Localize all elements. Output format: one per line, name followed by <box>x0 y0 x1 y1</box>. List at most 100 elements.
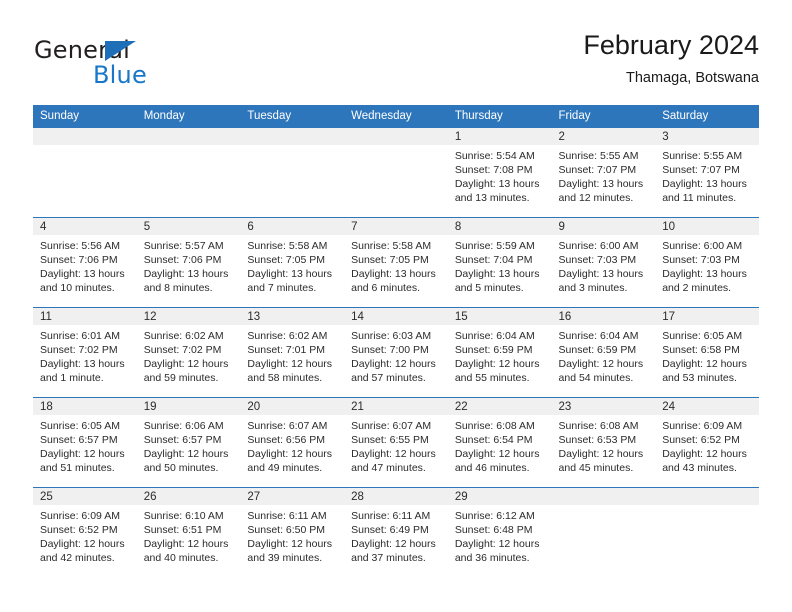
daylight-text-line2: and 51 minutes. <box>40 462 115 475</box>
calendar-cell[interactable]: 18 Sunrise: 6:05 AM Sunset: 6:57 PM Dayligh… <box>33 397 137 488</box>
sunrise-text: Sunrise: 6:05 AM <box>662 330 743 342</box>
calendar-day: 5 Sunrise: 5:57 AM Sunset: 7:06 PM Daylight… <box>136 218 241 306</box>
calendar-table: Sunday Monday Tuesday Wednesday Thursday… <box>33 105 759 577</box>
calendar-cell <box>33 128 137 218</box>
day-details: Sunrise: 6:02 AM Sunset: 7:02 PM Daylight:… <box>137 325 241 385</box>
calendar-day-empty <box>655 488 759 576</box>
day-number: 14 <box>344 308 448 325</box>
calendar-cell[interactable]: 11 Sunrise: 6:01 AM Sunset: 7:02 PM Dayligh… <box>33 307 137 398</box>
day-number: 12 <box>136 308 241 325</box>
calendar-cell[interactable]: 17 Sunrise: 6:05 AM Sunset: 6:58 PM Dayligh… <box>655 307 759 398</box>
sunrise-text: Sunrise: 6:00 AM <box>558 240 639 252</box>
calendar-cell[interactable]: 21 Sunrise: 6:07 AM Sunset: 6:55 PM Dayligh… <box>344 397 448 488</box>
sunset-text: Sunset: 6:58 PM <box>662 344 740 357</box>
calendar-cell[interactable]: 13 Sunrise: 6:02 AM Sunset: 7:01 PM Dayligh… <box>240 307 345 398</box>
calendar-day: 3 Sunrise: 5:55 AM Sunset: 7:07 PM Daylight… <box>655 128 759 216</box>
calendar-cell[interactable]: 22 Sunrise: 6:08 AM Sunset: 6:54 PM Dayligh… <box>447 397 552 488</box>
daylight-text-line1: Daylight: 13 hours <box>454 268 540 281</box>
calendar-day-empty <box>240 128 345 216</box>
daylight-text-line1: Daylight: 12 hours <box>351 538 436 551</box>
day-details: Sunrise: 6:05 AM Sunset: 6:58 PM Daylight:… <box>655 325 759 385</box>
calendar-week-row: 25 Sunrise: 6:09 AM Sunset: 6:52 PM Dayligh… <box>33 487 759 577</box>
day-number: 27 <box>240 488 345 505</box>
daylight-text-line1: Daylight: 12 hours <box>662 358 747 371</box>
day-number: 13 <box>240 308 345 325</box>
calendar-cell[interactable]: 6 Sunrise: 5:58 AM Sunset: 7:05 PM Daylight… <box>240 217 345 308</box>
calendar-day-empty <box>33 128 137 216</box>
daylight-text-line2: and 39 minutes. <box>247 552 323 565</box>
sunset-text: Sunset: 7:02 PM <box>40 344 118 357</box>
calendar-cell[interactable]: 12 Sunrise: 6:02 AM Sunset: 7:02 PM Dayligh… <box>136 307 241 398</box>
daylight-text-line1: Daylight: 12 hours <box>143 448 229 461</box>
calendar-day: 28 Sunrise: 6:11 AM Sunset: 6:49 PM Dayligh… <box>344 488 448 576</box>
sunset-text: Sunset: 6:52 PM <box>662 434 740 447</box>
calendar-cell[interactable]: 8 Sunrise: 5:59 AM Sunset: 7:04 PM Daylight… <box>447 217 552 308</box>
day-number: 29 <box>447 488 552 505</box>
daylight-text-line1: Daylight: 13 hours <box>351 268 436 281</box>
weekday-header-wednesday: Wednesday <box>344 105 448 128</box>
daylight-text-line1: Daylight: 13 hours <box>662 178 747 191</box>
sunset-text: Sunset: 7:01 PM <box>247 344 326 357</box>
calendar-cell[interactable]: 20 Sunrise: 6:07 AM Sunset: 6:56 PM Dayligh… <box>240 397 345 488</box>
calendar-header-row: Sunday Monday Tuesday Wednesday Thursday… <box>33 105 759 128</box>
calendar-day: 8 Sunrise: 5:59 AM Sunset: 7:04 PM Daylight… <box>447 218 552 306</box>
calendar-cell[interactable]: 7 Sunrise: 5:58 AM Sunset: 7:05 PM Daylight… <box>344 217 448 308</box>
day-details: Sunrise: 5:59 AM Sunset: 7:04 PM Daylight:… <box>448 235 552 295</box>
daylight-text-line1: Daylight: 12 hours <box>247 358 333 371</box>
calendar-cell[interactable]: 4 Sunrise: 5:56 AM Sunset: 7:06 PM Daylight… <box>33 217 137 308</box>
calendar-cell[interactable]: 5 Sunrise: 5:57 AM Sunset: 7:06 PM Daylight… <box>136 217 241 308</box>
calendar-cell[interactable]: 26 Sunrise: 6:10 AM Sunset: 6:51 PM Dayligh… <box>136 487 241 577</box>
sunset-text: Sunset: 7:07 PM <box>662 164 740 177</box>
calendar-day: 13 Sunrise: 6:02 AM Sunset: 7:01 PM Dayligh… <box>240 308 345 396</box>
sunrise-text: Sunrise: 6:04 AM <box>454 330 535 342</box>
calendar-cell[interactable]: 29 Sunrise: 6:12 AM Sunset: 6:48 PM Dayligh… <box>447 487 552 577</box>
daylight-text-line1: Daylight: 12 hours <box>558 448 644 461</box>
calendar-cell[interactable]: 9 Sunrise: 6:00 AM Sunset: 7:03 PM Daylight… <box>551 217 656 308</box>
calendar-cell[interactable]: 3 Sunrise: 5:55 AM Sunset: 7:07 PM Daylight… <box>655 128 759 218</box>
calendar-cell[interactable]: 15 Sunrise: 6:04 AM Sunset: 6:59 PM Dayligh… <box>447 307 552 398</box>
day-details: Sunrise: 6:05 AM Sunset: 6:57 PM Daylight:… <box>33 415 137 475</box>
calendar-cell[interactable]: 24 Sunrise: 6:09 AM Sunset: 6:52 PM Dayligh… <box>655 397 759 488</box>
day-details: Sunrise: 6:11 AM Sunset: 6:49 PM Daylight:… <box>344 505 448 565</box>
calendar-cell[interactable]: 28 Sunrise: 6:11 AM Sunset: 6:49 PM Dayligh… <box>344 487 448 577</box>
calendar-cell[interactable]: 2 Sunrise: 5:55 AM Sunset: 7:07 PM Daylight… <box>551 128 656 218</box>
calendar-day: 20 Sunrise: 6:07 AM Sunset: 6:56 PM Dayligh… <box>240 398 345 486</box>
daylight-text-line1: Daylight: 12 hours <box>143 538 229 551</box>
day-number <box>551 488 656 505</box>
day-details: Sunrise: 6:04 AM Sunset: 6:59 PM Daylight:… <box>552 325 656 385</box>
day-number: 1 <box>447 128 552 145</box>
sunset-text: Sunset: 7:03 PM <box>558 254 637 267</box>
daylight-text-line1: Daylight: 12 hours <box>454 358 540 371</box>
calendar-cell[interactable]: 1 Sunrise: 5:54 AM Sunset: 7:08 PM Daylight… <box>447 128 552 218</box>
calendar-cell[interactable]: 27 Sunrise: 6:11 AM Sunset: 6:50 PM Dayligh… <box>240 487 345 577</box>
day-number: 25 <box>33 488 137 505</box>
calendar-cell[interactable]: 10 Sunrise: 6:00 AM Sunset: 7:03 PM Dayligh… <box>655 217 759 308</box>
day-number <box>344 128 448 145</box>
brand-name-blue: Blue <box>93 61 147 89</box>
daylight-text-line2: and 47 minutes. <box>351 462 426 475</box>
daylight-text-line2: and 53 minutes. <box>662 372 737 385</box>
day-number: 2 <box>551 128 656 145</box>
calendar-cell[interactable]: 16 Sunrise: 6:04 AM Sunset: 6:59 PM Dayligh… <box>551 307 656 398</box>
sunset-text: Sunset: 7:05 PM <box>247 254 326 267</box>
calendar-day: 29 Sunrise: 6:12 AM Sunset: 6:48 PM Dayligh… <box>447 488 552 576</box>
sunrise-text: Sunrise: 6:00 AM <box>662 240 743 252</box>
calendar-day: 19 Sunrise: 6:06 AM Sunset: 6:57 PM Dayligh… <box>136 398 241 486</box>
day-details: Sunrise: 6:00 AM Sunset: 7:03 PM Daylight:… <box>655 235 759 295</box>
calendar-cell[interactable]: 14 Sunrise: 6:03 AM Sunset: 7:00 PM Dayligh… <box>344 307 448 398</box>
daylight-text-line2: and 40 minutes. <box>143 552 219 565</box>
brand-logo[interactable]: General Blue <box>33 28 293 94</box>
calendar-cell[interactable]: 23 Sunrise: 6:08 AM Sunset: 6:53 PM Dayligh… <box>551 397 656 488</box>
daylight-text-line1: Daylight: 12 hours <box>143 358 229 371</box>
weekday-header-monday: Monday <box>136 105 241 128</box>
daylight-text-line1: Daylight: 12 hours <box>454 448 540 461</box>
daylight-text-line2: and 49 minutes. <box>247 462 323 475</box>
day-number: 15 <box>447 308 552 325</box>
day-details: Sunrise: 5:55 AM Sunset: 7:07 PM Daylight:… <box>655 145 759 205</box>
calendar-day: 12 Sunrise: 6:02 AM Sunset: 7:02 PM Dayligh… <box>136 308 241 396</box>
sunset-text: Sunset: 7:07 PM <box>558 164 637 177</box>
calendar-cell[interactable]: 19 Sunrise: 6:06 AM Sunset: 6:57 PM Dayligh… <box>136 397 241 488</box>
calendar-day: 11 Sunrise: 6:01 AM Sunset: 7:02 PM Dayligh… <box>33 308 137 396</box>
calendar-cell[interactable]: 25 Sunrise: 6:09 AM Sunset: 6:52 PM Dayligh… <box>33 487 137 577</box>
daylight-text-line1: Daylight: 12 hours <box>247 448 333 461</box>
